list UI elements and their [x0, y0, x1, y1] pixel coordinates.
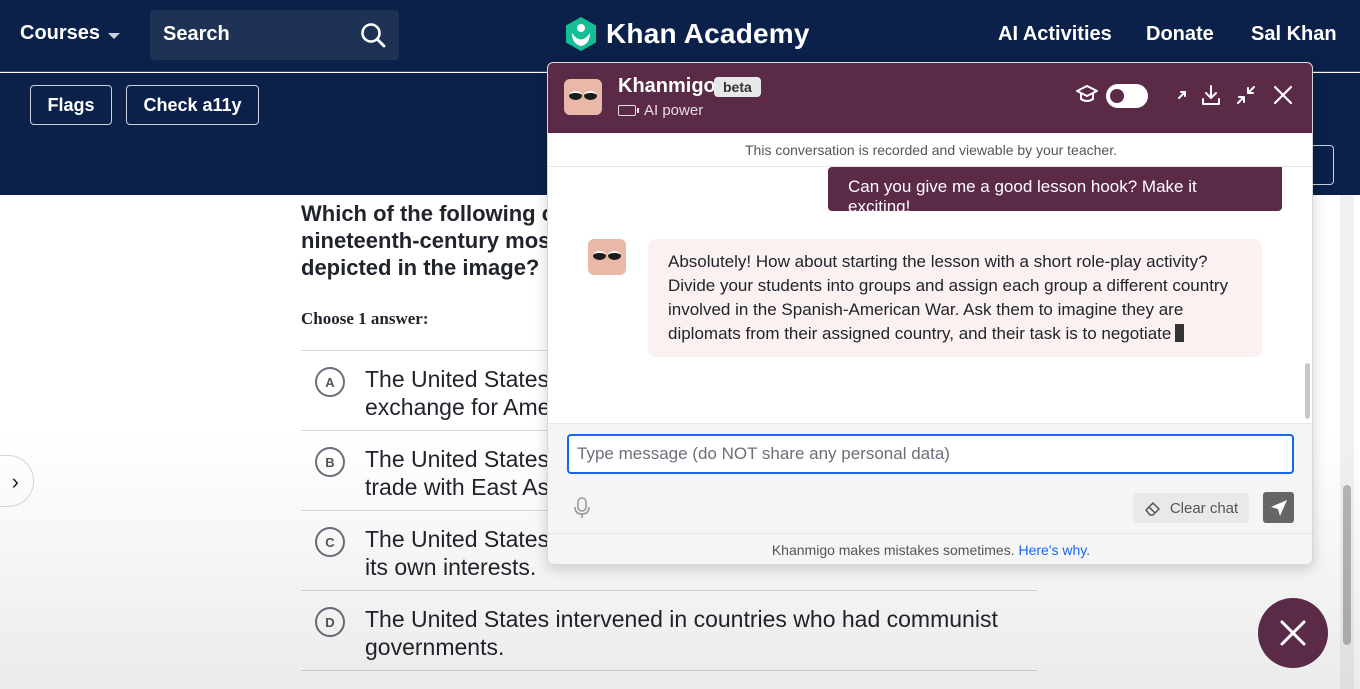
khanmigo-avatar — [588, 239, 626, 275]
composer: Clear chat — [548, 423, 1312, 533]
clear-chat-label: Clear chat — [1169, 499, 1239, 517]
close-icon — [1280, 620, 1306, 646]
message-list: Can you give me a good lesson hook? Make… — [548, 167, 1312, 423]
courses-label: Courses — [20, 22, 101, 44]
disclaimer-footer: Khanmigo makes mistakes sometimes. Here'… — [548, 533, 1312, 564]
message-input[interactable] — [567, 434, 1294, 474]
battery-icon — [618, 105, 639, 116]
search-icon[interactable] — [359, 21, 387, 49]
choice-line: governments. — [365, 634, 505, 660]
choice-text: The United States intervened in countrie… — [365, 605, 1005, 661]
khanmigo-panel: Khanmigo beta AI power This conversation… — [547, 62, 1313, 565]
khanmigo-avatar — [564, 79, 602, 115]
chevron-right-icon: › — [11, 469, 19, 494]
heres-why-link[interactable]: Here's why — [1019, 542, 1087, 558]
avatar-eye — [569, 91, 582, 100]
close-khanmigo-button[interactable] — [1258, 598, 1328, 668]
page-scrollbar[interactable] — [1340, 195, 1354, 689]
khanmigo-header: Khanmigo beta AI power — [548, 63, 1312, 133]
teacher-mode-icon[interactable] — [1075, 83, 1099, 107]
nav-donate[interactable]: Donate — [1146, 23, 1214, 46]
choice-letter: A — [315, 367, 345, 397]
send-button[interactable] — [1263, 492, 1294, 523]
avatar-eye — [608, 251, 621, 260]
recording-notice: This conversation is recorded and viewab… — [548, 133, 1312, 167]
brand-name: Khan Academy — [606, 18, 810, 49]
courses-menu[interactable]: Courses — [20, 22, 121, 45]
check-a11y-button[interactable]: Check a11y — [126, 85, 259, 125]
eraser-icon — [1145, 502, 1160, 516]
search-label: Search — [163, 23, 230, 45]
khanmigo-title: Khanmigo — [618, 75, 716, 97]
nav-ai-activities[interactable]: AI Activities — [998, 23, 1112, 46]
messages-scrollbar[interactable] — [1305, 363, 1310, 419]
choice-letter: C — [315, 527, 345, 557]
ai-power-indicator: AI power — [618, 102, 703, 119]
avatar-eye — [584, 91, 597, 100]
avatar-eye — [593, 251, 606, 260]
assistant-message: Absolutely! How about starting the lesso… — [648, 239, 1262, 357]
minimize-icon[interactable] — [1234, 83, 1258, 107]
send-icon — [1270, 499, 1287, 516]
popout-icon[interactable] — [1170, 83, 1194, 107]
khan-academy-logo-icon — [566, 17, 596, 51]
ai-power-label: AI power — [644, 102, 704, 119]
close-icon[interactable] — [1271, 83, 1295, 107]
choice-line: The United States intervened in countrie… — [365, 606, 998, 632]
typing-cursor — [1175, 324, 1185, 342]
user-message: Can you give me a good lesson hook? Make… — [828, 167, 1282, 216]
flags-button[interactable]: Flags — [30, 85, 112, 125]
chevron-down-icon — [108, 32, 121, 39]
choose-answer-label: Choose 1 answer: — [301, 309, 429, 328]
assistant-message-text: Absolutely! How about starting the lesso… — [668, 252, 1229, 343]
scrollbar-thumb[interactable] — [1343, 485, 1351, 645]
choice-letter: B — [315, 447, 345, 477]
nav-user-menu[interactable]: Sal Khan — [1251, 23, 1337, 46]
expand-sidebar-button[interactable]: › — [0, 455, 34, 507]
search-box[interactable]: Search — [150, 10, 399, 60]
brand[interactable]: Khan Academy — [564, 16, 810, 52]
download-icon[interactable] — [1199, 83, 1223, 107]
disclaimer-text: Khanmigo makes mistakes sometimes. — [771, 542, 1015, 558]
choices-divider — [301, 670, 1037, 671]
answer-choice-d[interactable]: D The United States intervened in countr… — [301, 590, 1037, 670]
microphone-icon[interactable] — [572, 496, 592, 520]
disclaimer-period: . — [1086, 542, 1091, 558]
toggle-knob — [1110, 89, 1124, 103]
teacher-mode-toggle[interactable] — [1106, 84, 1148, 108]
clear-chat-button[interactable]: Clear chat — [1133, 493, 1249, 523]
beta-badge: beta — [714, 77, 761, 97]
choice-letter: D — [315, 607, 345, 637]
